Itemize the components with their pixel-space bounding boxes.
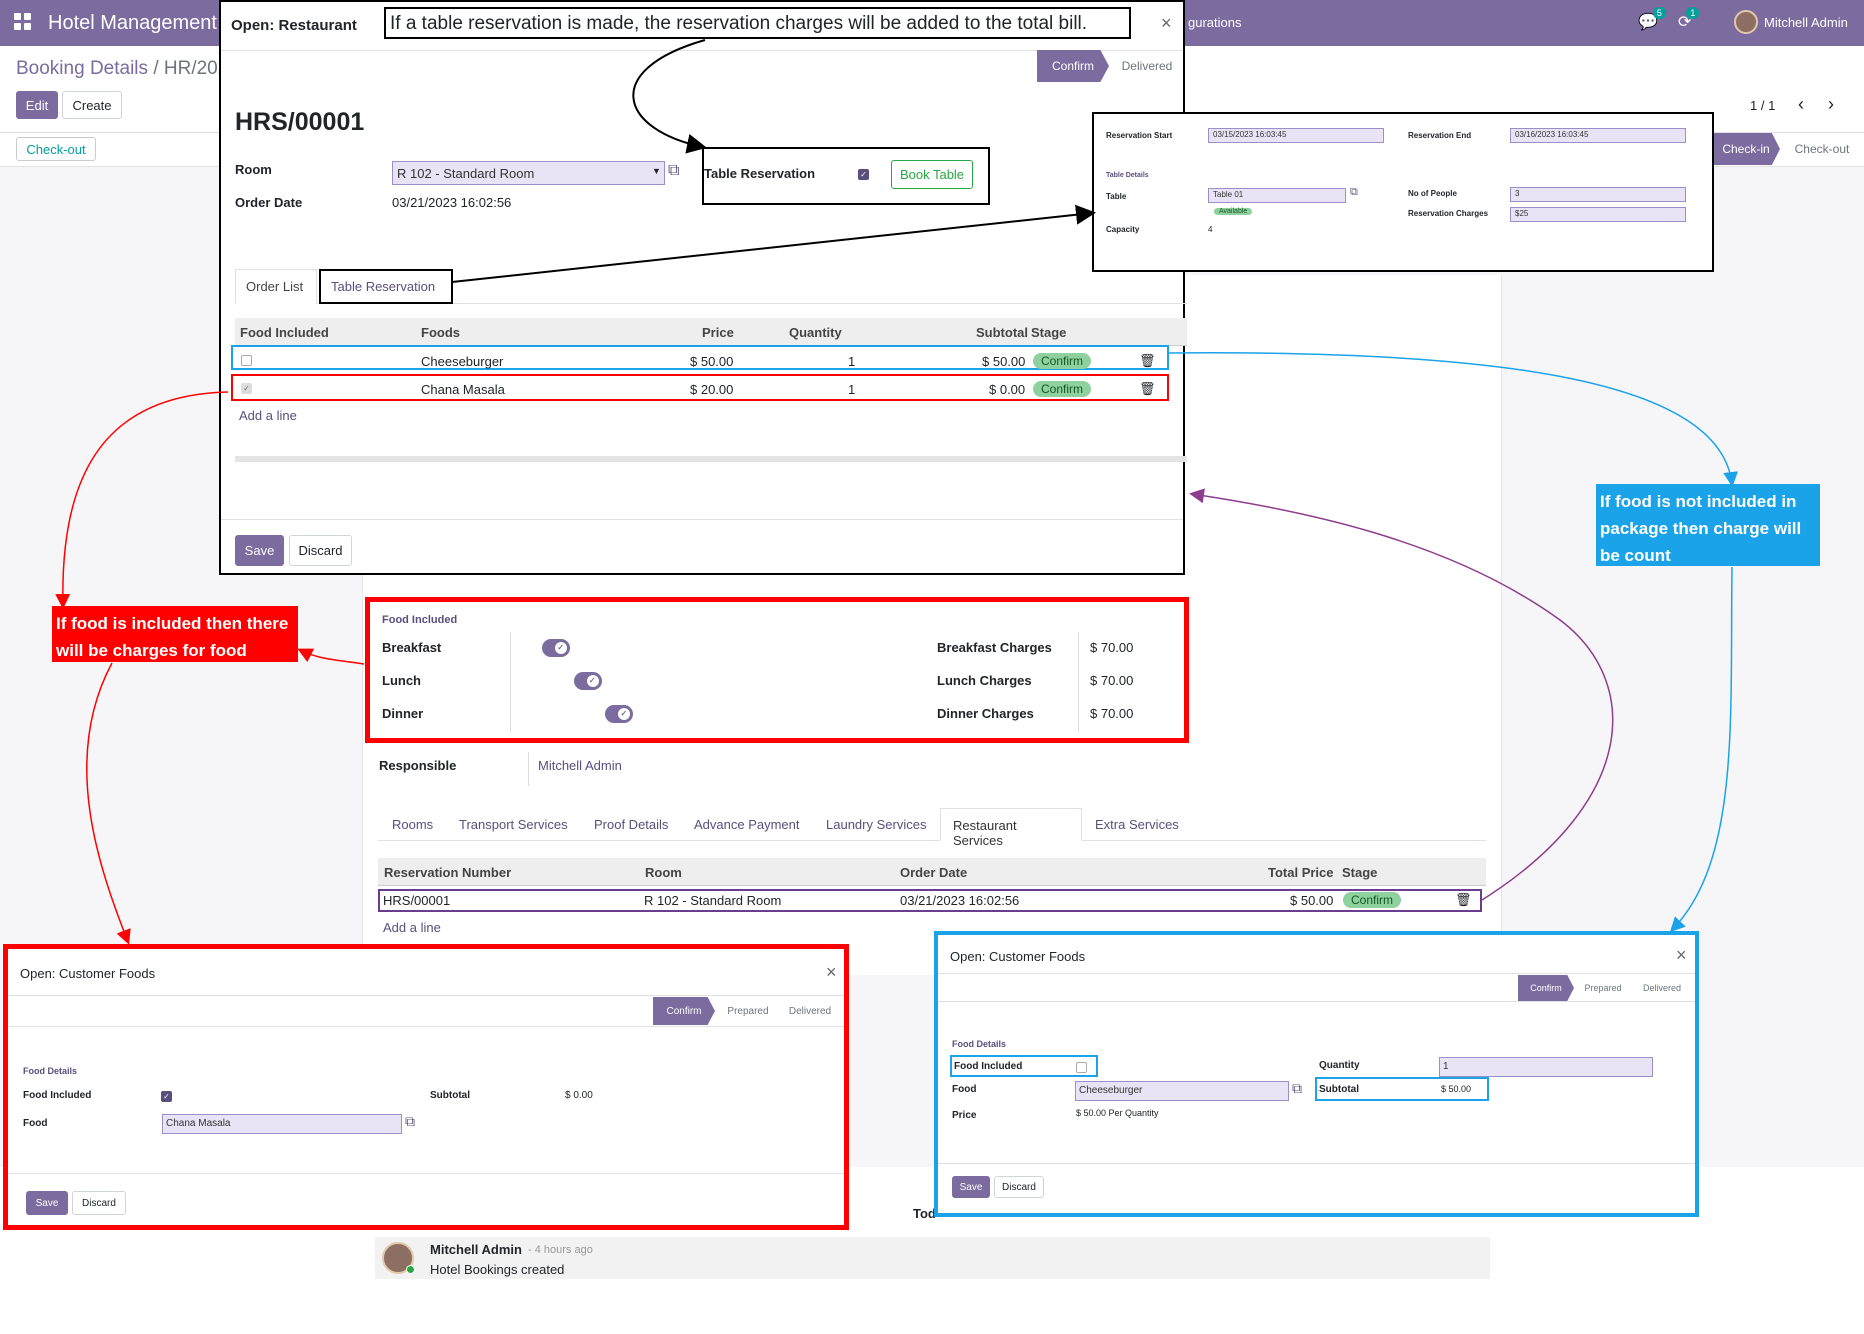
arrow-services-row-to-dialog [1189, 488, 1614, 901]
annotation-arrows [55, 39, 1739, 945]
arrow-annotation-to-left-dialog [86, 662, 131, 945]
arrow-tab-to-popup [451, 204, 1096, 283]
arrow-blue-row-to-annotation [1167, 352, 1739, 487]
arrow-food-section-to-annotation [297, 648, 365, 665]
arrow-annotation-to-right-dialog [1669, 566, 1733, 933]
arrow-top-to-table-reservation [632, 39, 707, 154]
arrow-red-row-to-annotation [55, 391, 229, 609]
